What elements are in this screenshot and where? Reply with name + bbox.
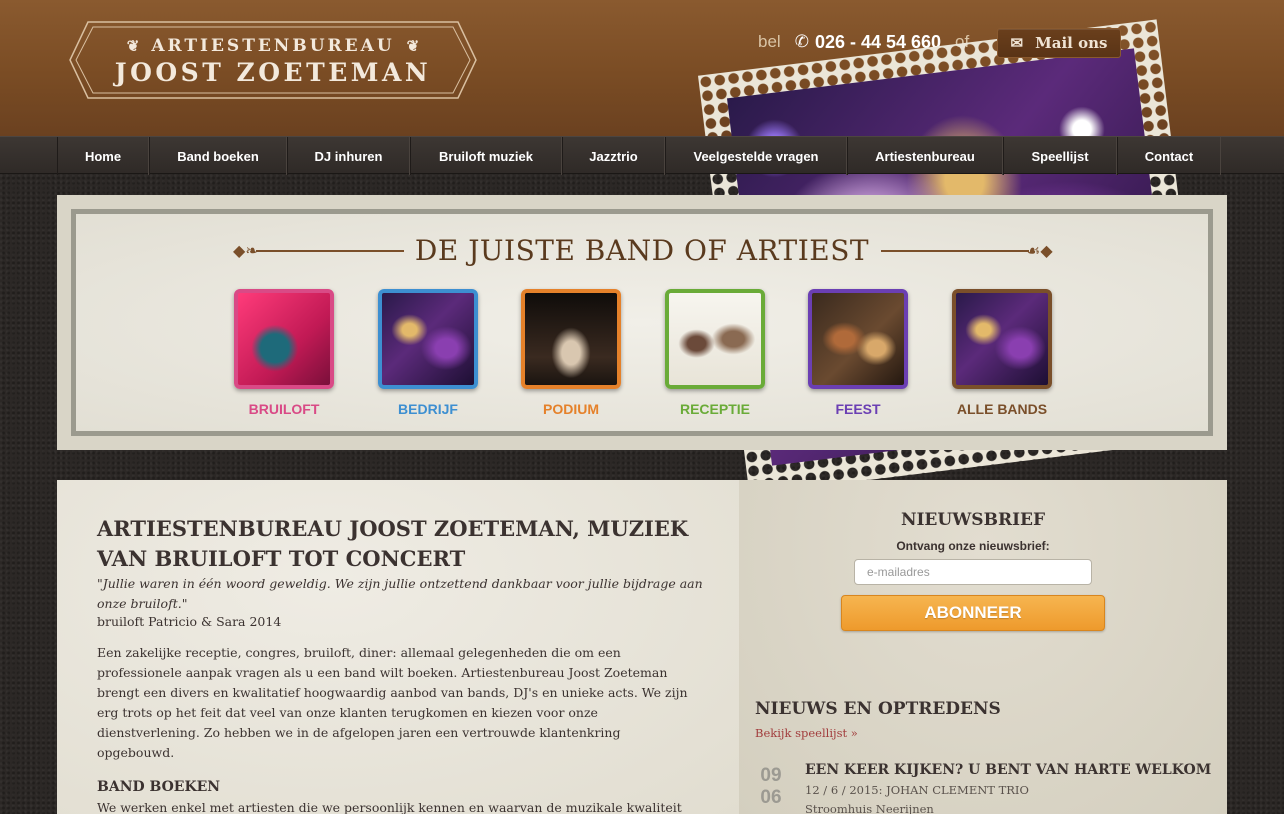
nav-item-bruiloft-muziek[interactable]: Bruiloft muziek (410, 137, 562, 175)
newsletter-subtitle: Ontvang onze nieuwsbrief: (896, 539, 1050, 553)
band-boeken-heading: BAND BOEKEN (97, 779, 221, 795)
news-item-meta: 12 / 6 / 2015: JOHAN CLEMENT TRIO (805, 783, 1029, 797)
nav-item-veelgestelde-vragen[interactable]: Veelgestelde vragen (665, 137, 847, 175)
bel-label: bel (758, 32, 781, 51)
ornament-right-icon: ❦ (406, 37, 420, 55)
category-label: PODIUM (543, 401, 599, 417)
nav-item-band-boeken[interactable]: Band boeken (149, 137, 287, 175)
arrow-right-icon: ☙◆ (1026, 241, 1053, 260)
news-day: 09 (760, 765, 782, 786)
feest-photo (808, 289, 908, 389)
alle-bands-photo (952, 289, 1052, 389)
category-podium[interactable]: PODIUM (511, 289, 631, 417)
nav-item-speellijst[interactable]: Speellijst (1003, 137, 1117, 175)
bruiloft-photo (234, 289, 334, 389)
category-receptie[interactable]: RECEPTIE (655, 289, 775, 417)
phone-icon: ✆ (794, 32, 809, 51)
category-label: ALLE BANDS (956, 401, 1048, 417)
nav-item-home[interactable]: Home (57, 137, 149, 175)
mail-button-label: Mail ons (1035, 34, 1108, 52)
category-label: BEDRIJF (398, 401, 458, 417)
news-item-place: Stroomhuis Neerijnen (805, 802, 934, 814)
sidebar: NIEUWSBRIEF Ontvang onze nieuwsbrief: AB… (739, 480, 1227, 814)
divider-right (881, 250, 1029, 252)
main-content: ARTIESTENBUREAU JOOST ZOETEMAN, MUZIEK V… (57, 480, 739, 814)
nav-item-dj-inhuren[interactable]: DJ inhuren (287, 137, 410, 175)
band-boeken-text: We werken enkel met artiesten die we per… (97, 800, 682, 814)
envelope-icon: ✉ (1010, 34, 1024, 52)
category-label: RECEPTIE (679, 401, 750, 417)
nav-item-artiestenbureau[interactable]: Artiestenbureau (847, 137, 1003, 175)
news-item-title[interactable]: EEN KEER KIJKEN? U BENT VAN HARTE WELKOM (805, 762, 1211, 778)
testimonial-quote: "Jullie waren in één woord geweldig. We … (97, 576, 703, 611)
news-date: 09 06 (753, 765, 789, 809)
category-bruiloft[interactable]: BRUILOFT (224, 289, 344, 417)
nav-item-contact[interactable]: Contact (1117, 137, 1221, 175)
newsletter-title: NIEUWSBRIEF (900, 510, 1046, 530)
mail-button[interactable]: ✉ Mail ons (997, 28, 1121, 58)
category-panel: ◆❧ DE JUISTE BAND OF ARTIEST ☙◆ BRUILOFT… (57, 195, 1227, 450)
receptie-photo (665, 289, 765, 389)
category-feest[interactable]: FEEST (798, 289, 918, 417)
intro-paragraph: Een zakelijke receptie, congres, bruilof… (97, 645, 688, 760)
subscribe-button[interactable]: ABONNEER (841, 595, 1105, 631)
category-label: FEEST (835, 401, 881, 417)
news-title: NIEUWS EN OPTREDENS (755, 699, 1001, 719)
category-alle-bands[interactable]: ALLE BANDS (942, 289, 1062, 417)
category-bedrijf[interactable]: BEDRIJF (368, 289, 488, 417)
nav-item-jazztrio[interactable]: Jazztrio (562, 137, 665, 175)
logo-top-text: ARTIESTENBUREAU (151, 36, 395, 56)
podium-photo (521, 289, 621, 389)
site-logo[interactable]: ❦ ARTIESTENBUREAU ❦ JOOST ZOETEMAN (68, 20, 478, 100)
logo-top-line: ❦ ARTIESTENBUREAU ❦ (68, 36, 478, 56)
testimonial-author: bruiloft Patricio & Sara 2014 (97, 614, 282, 629)
main-nav: Home Band boeken DJ inhuren Bruiloft muz… (0, 136, 1284, 175)
bedrijf-photo (378, 289, 478, 389)
speellijst-link[interactable]: Bekijk speellijst » (755, 726, 858, 740)
category-label: BRUILOFT (248, 401, 320, 417)
logo-bottom-text: JOOST ZOETEMAN (114, 58, 432, 87)
newsletter-email-input[interactable] (854, 559, 1092, 585)
ornament-left-icon: ❦ (126, 37, 140, 55)
page-title: ARTIESTENBUREAU JOOST ZOETEMAN, MUZIEK V… (97, 516, 689, 571)
news-month: 06 (760, 787, 782, 808)
